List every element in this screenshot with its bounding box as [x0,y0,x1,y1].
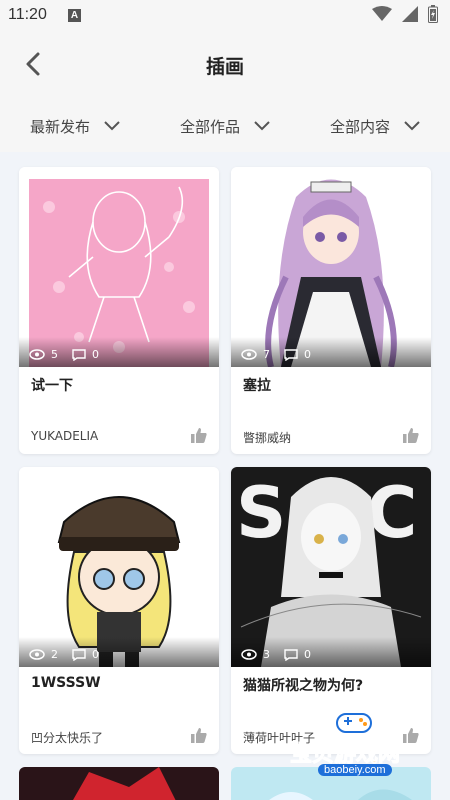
view-count: 7 [263,348,270,361]
comment-icon [72,648,86,661]
filter-sort-label: 最新发布 [29,117,90,136]
artwork-thumbnail: S C 3 0 [231,467,431,667]
filter-content-label: 全部内容 [329,117,390,136]
view-count: 2 [51,648,58,661]
artwork-title: 试一下 [31,378,73,394]
comment-count: 0 [304,348,311,361]
card-stats: 2 0 [29,648,99,661]
chevron-down-icon [404,121,420,131]
battery-icon [428,5,438,27]
status-icons [372,5,438,27]
like-button[interactable] [403,427,419,443]
filter-works-label: 全部作品 [179,117,240,136]
artwork-author: 凹分太快乐了 [31,731,104,745]
comment-count: 0 [304,648,311,661]
view-count: 3 [263,648,270,661]
eye-icon [241,349,257,360]
thumbs-up-icon [403,428,419,443]
notification-badge: A [68,9,81,22]
artwork-thumbnail: 2 0 [19,467,219,667]
filter-sort[interactable]: 最新发布 [0,100,150,152]
eye-icon [241,649,257,660]
artwork-author: YUKADELIA [31,429,99,443]
status-bar: 11:20 A [0,0,450,32]
thumbs-up-icon [191,428,207,443]
filter-works[interactable]: 全部作品 [150,100,300,152]
like-button[interactable] [191,727,207,743]
watermark-logo: 宝贝游戏网 baobeiy.com [289,708,420,778]
page-title: 插画 [205,56,244,78]
comment-icon [72,348,86,361]
card-stats: 5 0 [29,348,99,361]
watermark-url: baobeiy.com [318,764,392,776]
artwork-card[interactable]: 5 0 试一下 YUKADELIA [19,167,219,454]
gamepad-icon [336,713,372,733]
wifi-icon [372,6,392,26]
comment-icon [284,648,298,661]
artwork-author: 瞥挪威纳 [243,431,292,445]
svg-text:S: S [236,472,286,554]
comment-count: 0 [92,348,99,361]
eye-icon [29,349,45,360]
artwork-thumbnail: 7 0 [231,167,431,367]
eye-icon [29,649,45,660]
comment-count: 0 [92,648,99,661]
artwork-title: 塞拉 [243,378,271,394]
view-count: 5 [51,348,58,361]
artwork-card[interactable]: 7 0 塞拉 瞥挪威纳 [231,167,431,454]
filter-content[interactable]: 全部内容 [300,100,450,152]
artwork-card[interactable]: 2 0 1WSSSW 凹分太快乐了 [19,467,219,754]
comment-icon [284,348,298,361]
thumbs-up-icon [191,728,207,743]
chevron-down-icon [104,121,120,131]
chevron-down-icon [254,121,270,131]
card-stats: 7 0 [241,348,311,361]
app-header: 插画 [0,32,450,100]
artwork-card-partial[interactable] [19,767,219,800]
status-time: 11:20 [8,6,47,23]
artwork-title: 1WSSSW [31,675,101,691]
artwork-grid: 5 0 试一下 YUKADELIA 7 0 塞拉 瞥挪威纳 2 0 1WSSSW… [0,152,450,800]
artwork-thumbnail: 5 0 [19,167,219,367]
signal-icon [402,6,418,26]
like-button[interactable] [191,427,207,443]
filter-bar: 最新发布 全部作品 全部内容 [0,100,450,152]
card-stats: 3 0 [241,648,311,661]
artwork-title: 猫猫所视之物为何? [243,678,364,694]
